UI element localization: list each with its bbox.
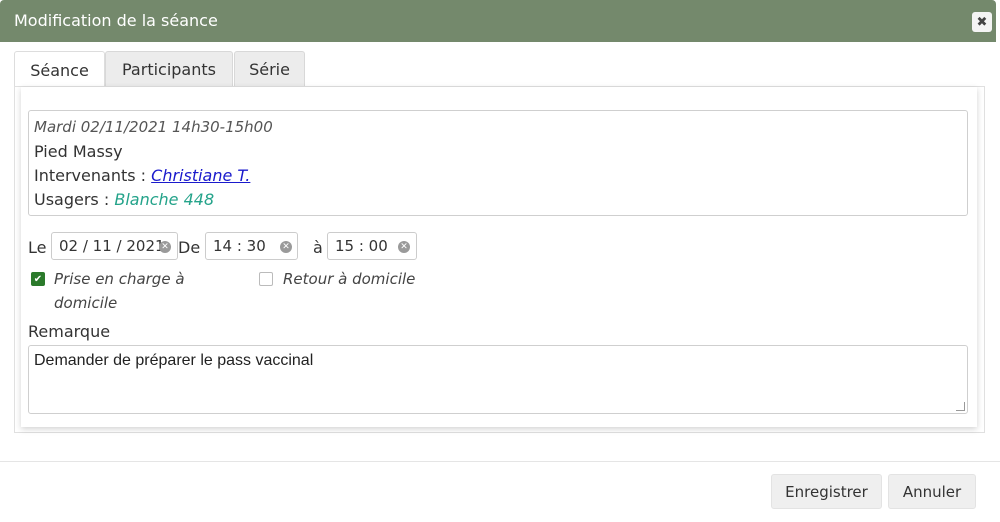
date-value: 02 / 11 / 2021 xyxy=(59,237,165,255)
end-time-field[interactable]: 15 : 00 ✕ xyxy=(327,232,417,260)
usagers-line: Usagers : Blanche 448 xyxy=(34,190,214,209)
start-time-field[interactable]: 14 : 30 ✕ xyxy=(205,232,298,260)
clear-end-icon[interactable]: ✕ xyxy=(398,241,410,253)
date-label: Le xyxy=(28,238,47,257)
footer-divider xyxy=(0,461,1000,462)
date-field[interactable]: 02 / 11 / 2021 ✕ xyxy=(51,232,178,260)
retour-domicile-checkbox[interactable] xyxy=(259,272,273,286)
right-edge xyxy=(996,42,1000,522)
start-value: 14 : 30 xyxy=(213,237,266,255)
prise-en-charge-label: Prise en charge à domicile xyxy=(54,270,185,312)
intervenant-link[interactable]: Christiane T. xyxy=(151,166,250,185)
usager-name: Blanche 448 xyxy=(114,190,215,209)
save-button[interactable]: Enregistrer xyxy=(771,474,882,509)
usagers-label: Usagers : xyxy=(34,190,110,209)
tab-serie[interactable]: Série xyxy=(234,51,305,86)
retour-domicile-label: Retour à domicile xyxy=(283,270,416,288)
intervenants-label: Intervenants : xyxy=(34,166,147,185)
session-date: Mardi 02/11/2021 14h30-15h00 xyxy=(34,118,273,136)
tab-seance[interactable]: Séance xyxy=(14,51,105,88)
end-value: 15 : 00 xyxy=(335,237,388,255)
remarque-label: Remarque xyxy=(28,322,111,341)
start-label: De xyxy=(178,238,201,257)
dialog-title: Modification de la séance xyxy=(14,11,218,30)
session-place: Pied Massy xyxy=(34,142,123,161)
tab-participants[interactable]: Participants xyxy=(105,51,233,86)
dialog-titlebar: Modification de la séance ✖ xyxy=(0,0,996,42)
remarque-textarea[interactable]: Demander de préparer le pass vaccinal xyxy=(28,345,968,414)
session-info-box: Mardi 02/11/2021 14h30-15h00 Pied Massy … xyxy=(28,110,968,216)
clear-date-icon[interactable]: ✕ xyxy=(159,241,171,253)
clear-start-icon[interactable]: ✕ xyxy=(280,241,292,253)
cancel-button[interactable]: Annuler xyxy=(888,474,976,509)
end-label: à xyxy=(313,238,323,257)
prise-en-charge-checkbox[interactable]: ✔ xyxy=(31,272,45,286)
close-icon[interactable]: ✖ xyxy=(972,12,992,32)
resize-grip-icon[interactable] xyxy=(956,402,965,411)
intervenants-line: Intervenants : Christiane T. xyxy=(34,166,250,185)
remarque-value: Demander de préparer le pass vaccinal xyxy=(34,352,314,369)
